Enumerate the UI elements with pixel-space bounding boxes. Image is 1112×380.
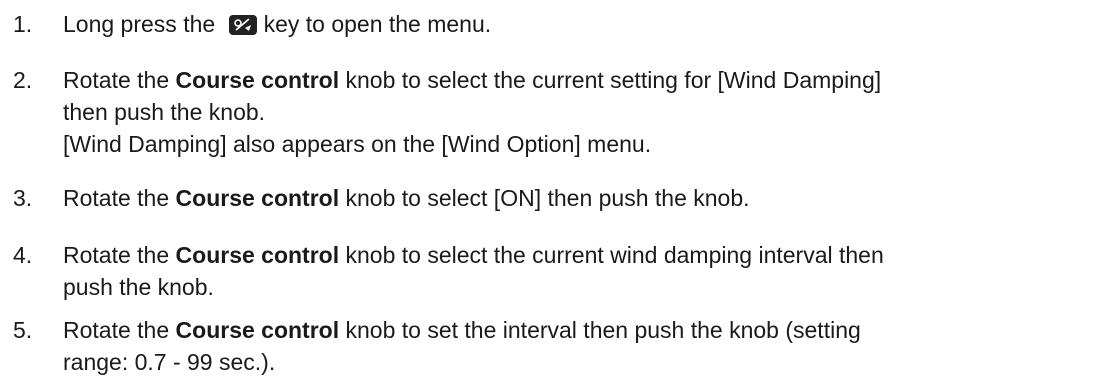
control-name: Course control — [175, 185, 340, 211]
step-number: 5. — [13, 317, 33, 343]
text-fragment: key to open the menu. — [263, 11, 492, 37]
text-fragment: knob to select the current setting for [… — [339, 67, 882, 93]
step-text: Long press the key to open the menu. — [63, 8, 1108, 40]
control-name: Course control — [175, 317, 340, 343]
step-number: 2. — [13, 67, 33, 93]
step-line: Rotate the Course control knob to select… — [63, 182, 1108, 214]
text-fragment: knob to select [ON] then push the knob. — [339, 185, 750, 211]
step-text: Rotate the Course control knob to select… — [63, 64, 1108, 160]
step-line: Rotate the Course control knob to set th… — [63, 314, 1108, 346]
control-name: Course control — [175, 242, 340, 268]
text-fragment: Rotate the — [63, 67, 176, 93]
text-fragment: knob to select the current wind damping … — [339, 242, 884, 268]
text-fragment: Rotate the — [63, 317, 176, 343]
menu-key-icon — [228, 12, 258, 35]
step-text: Rotate the Course control knob to select… — [63, 239, 1108, 303]
step-number: 3. — [13, 185, 33, 211]
step-line: Long press the key to open the menu. — [63, 8, 1108, 40]
step-note: [Wind Damping] also appears on the [Wind… — [63, 131, 652, 157]
step-line: Rotate the Course control knob to select… — [63, 239, 1108, 271]
text-fragment: Rotate the — [63, 242, 176, 268]
step-number: 4. — [13, 242, 33, 268]
step-line: push the knob. — [63, 274, 214, 300]
step-line: Rotate the Course control knob to select… — [63, 64, 1108, 96]
text-fragment: Long press the — [63, 11, 222, 37]
step-number: 1. — [13, 11, 33, 37]
step-line: range: 0.7 - 99 sec.). — [63, 349, 276, 375]
control-name: Course control — [175, 67, 340, 93]
step-line: then push the knob. — [63, 99, 266, 125]
text-fragment: knob to set the interval then push the k… — [339, 317, 861, 343]
text-fragment: Rotate the — [63, 185, 176, 211]
step-text: Rotate the Course control knob to select… — [63, 182, 1108, 214]
step-text: Rotate the Course control knob to set th… — [63, 314, 1108, 378]
